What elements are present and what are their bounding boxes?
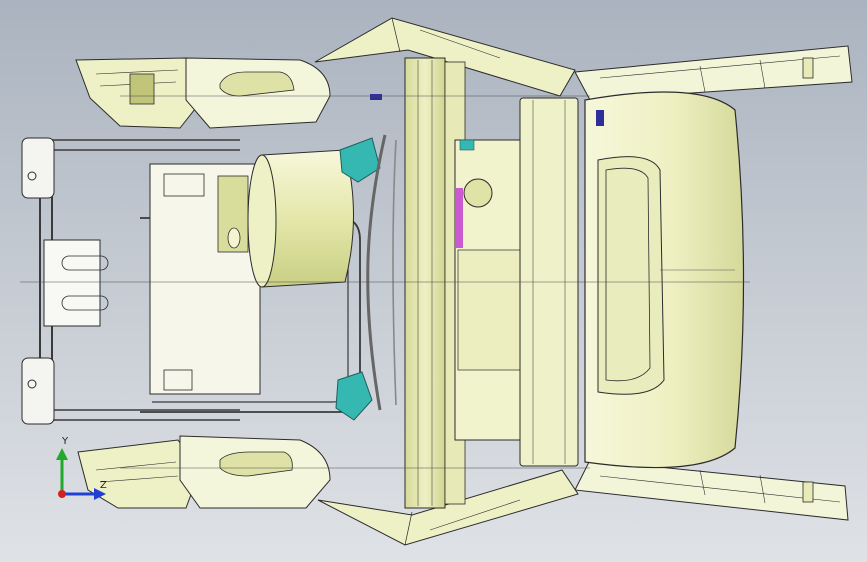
mid-block[interactable] (454, 139, 526, 441)
triad-origin (58, 490, 66, 498)
upper-handle[interactable] (75, 57, 331, 129)
right-cushion-shell[interactable] (584, 91, 745, 469)
upper-right-leg[interactable] (574, 45, 853, 101)
triad-axes (56, 448, 106, 500)
3d-viewport[interactable]: Y Z (0, 0, 867, 562)
coordinate-triad: Y Z (40, 436, 120, 516)
y-arrowhead (56, 448, 68, 460)
inner-frame-block[interactable] (149, 163, 261, 395)
lower-right-leg[interactable] (574, 459, 849, 521)
seat-assembly-model[interactable] (0, 0, 867, 562)
magenta-part (455, 188, 463, 248)
triad-y-label: Y (62, 436, 69, 447)
cylinder-motor[interactable] (247, 149, 354, 288)
triad-z-label: Z (100, 480, 107, 491)
cable-harness (366, 134, 397, 411)
